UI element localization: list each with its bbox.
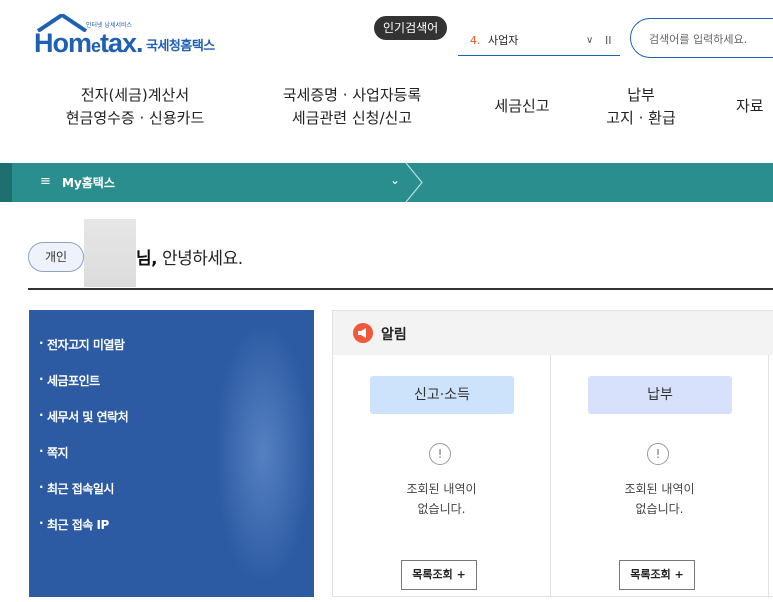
side-item-unread-notice[interactable]: 전자고지 미열람: [39, 336, 125, 353]
keyword-text[interactable]: 사업자: [488, 30, 518, 52]
divider: [28, 288, 773, 290]
list-view-button[interactable]: 목록조회 +: [619, 560, 695, 590]
keyword-rank: 4.: [470, 34, 481, 47]
empty-message: 조회된 내역이 없습니다.: [406, 482, 477, 516]
breadcrumb-separator-icon: [405, 163, 423, 202]
chevron-down-icon[interactable]: ∨: [586, 30, 593, 52]
notice-card-payment: 납부 ! 조회된 내역이 없습니다. 목록조회 +: [551, 355, 769, 598]
notice-title: 알림: [381, 327, 407, 343]
popular-search-badge: 인기검색어: [374, 16, 448, 40]
nav-certificate[interactable]: 국세증명 · 사업자등록 세금관련 신청/신고: [270, 84, 434, 130]
logo-wordmark: Hometax.: [34, 28, 144, 58]
bar-edge: [0, 163, 12, 202]
pause-icon[interactable]: II: [605, 30, 612, 52]
card-header[interactable]: 신고·소득: [370, 376, 514, 414]
menu-icon[interactable]: ≡: [40, 174, 51, 189]
logo-subtitle: 국세청홈택스: [146, 39, 215, 54]
nav-data[interactable]: 자료: [736, 95, 773, 118]
hometax-logo[interactable]: 인터넷 납세서비스 Hometax. 국세청홈택스: [34, 14, 244, 58]
megaphone-icon: [353, 323, 373, 343]
list-view-button[interactable]: 목록조회 +: [401, 560, 477, 590]
my-hometax-bar: ≡ My홈택스 ⌄: [0, 163, 773, 202]
user-info-panel: 전자고지 미열람 세금포인트 세무서 및 연락처 쪽지 최근 접속일시 최근 접…: [29, 310, 314, 597]
notice-card-report: 신고·소득 ! 조회된 내역이 없습니다. 목록조회 +: [333, 355, 551, 598]
greeting-text: 님, 안녕하세요.: [136, 249, 243, 269]
side-item-tax-point[interactable]: 세금포인트: [39, 372, 100, 389]
notice-panel: 알림 신고·소득 ! 조회된 내역이 없습니다. 목록조회 + 납부 ! 조회된 …: [332, 310, 773, 598]
nav-tax-report[interactable]: 세금신고: [484, 95, 560, 118]
nav-e-invoice[interactable]: 전자(세금)계산서 현금영수증 · 신용카드: [52, 84, 218, 130]
user-type-badge: 개인: [28, 242, 84, 272]
exclamation-icon: !: [647, 443, 669, 465]
user-name-redacted: [84, 219, 136, 287]
side-item-message[interactable]: 쪽지: [39, 444, 69, 461]
search-input[interactable]: 검색어를 입력하세요.: [630, 18, 773, 58]
exclamation-icon: !: [429, 443, 451, 465]
side-item-last-ip: 최근 접속 IP: [39, 516, 109, 533]
redacted-values: [217, 328, 309, 578]
main-nav: 전자(세금)계산서 현금영수증 · 신용카드 국세증명 · 사업자등록 세금관련 신…: [0, 84, 773, 134]
card-header[interactable]: 납부: [588, 376, 732, 414]
search-placeholder: 검색어를 입력하세요.: [649, 33, 748, 46]
popular-keyword-rolling[interactable]: 4. 사업자 ∨ II: [458, 26, 620, 56]
nav-payment[interactable]: 납부 고지 · 환급: [604, 84, 678, 130]
chevron-down-icon[interactable]: ⌄: [390, 173, 400, 187]
empty-message: 조회된 내역이 없습니다.: [624, 482, 695, 516]
notice-header: 알림: [333, 311, 773, 355]
side-item-tax-office[interactable]: 세무서 및 연락처: [39, 408, 129, 425]
my-hometax-title[interactable]: My홈택스: [62, 174, 115, 191]
side-item-last-login: 최근 접속일시: [39, 480, 114, 497]
